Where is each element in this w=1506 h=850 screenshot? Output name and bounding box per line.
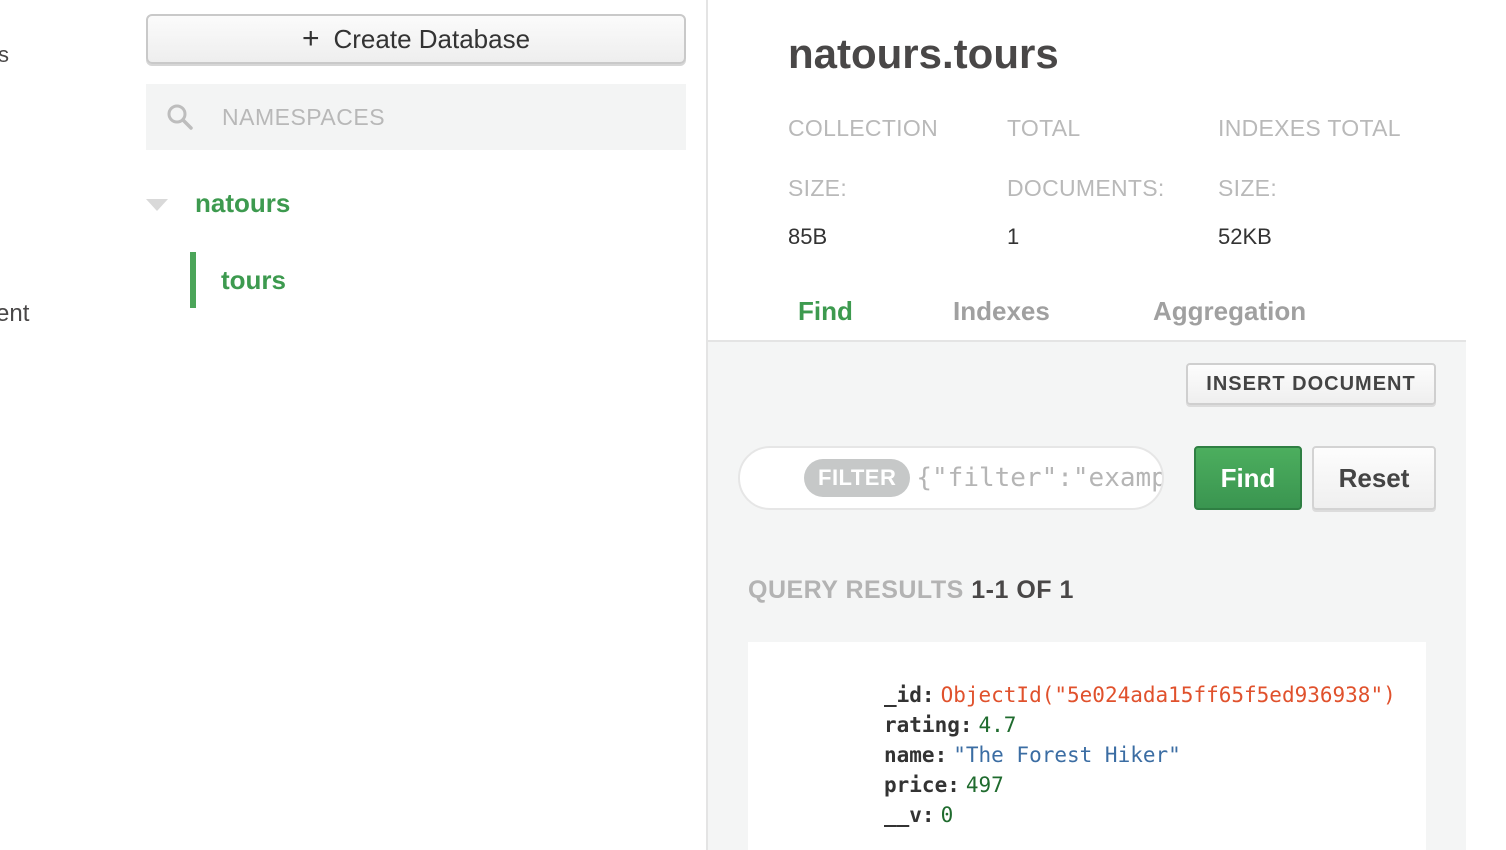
stat-label: INDEXES TOTAL	[1218, 115, 1401, 141]
filter-bar[interactable]: FILTER	[738, 446, 1164, 510]
create-database-button[interactable]: + Create Database	[146, 14, 686, 64]
insert-document-button[interactable]: INSERT DOCUMENT	[1186, 363, 1436, 405]
stat-label: COLLECTION	[788, 115, 938, 141]
sidebar-collection-tours[interactable]: tours	[190, 252, 490, 308]
field-value: "The Forest Hiker"	[953, 743, 1181, 767]
stat-label: TOTAL	[1007, 115, 1081, 141]
stat-value: 85B	[788, 224, 828, 249]
create-database-label: Create Database	[333, 23, 531, 54]
field-value: 4.7	[978, 713, 1017, 737]
search-icon	[167, 104, 193, 130]
document-field-rating[interactable]: rating: 4.7	[884, 710, 1396, 740]
left-edge-fragment: ent	[0, 300, 30, 327]
collection-name: tours	[221, 264, 286, 295]
query-results-summary: QUERY RESULTS 1-1 OF 1	[748, 576, 1074, 605]
query-results-count: 1-1 OF 1	[971, 576, 1074, 604]
document-field-id[interactable]: _id: ObjectId("5e024ada15ff65f5ed936938")	[884, 680, 1396, 710]
page-title: natours.tours	[788, 30, 1059, 77]
database-name: natours	[195, 188, 291, 218]
caret-down-icon[interactable]	[146, 198, 168, 211]
document-field-version[interactable]: __v: 0	[884, 800, 1396, 830]
stat-label: DOCUMENTS:	[1007, 175, 1165, 201]
namespace-search	[146, 84, 686, 150]
field-key: price:	[884, 773, 960, 797]
stat-label: SIZE:	[1218, 175, 1278, 201]
stat-value: 1	[1007, 224, 1020, 249]
left-edge-fragment: s	[0, 42, 9, 67]
sidebar-database-natours[interactable]: natours	[146, 188, 290, 219]
document-field-name[interactable]: name: "The Forest Hiker"	[884, 740, 1396, 770]
field-value: ObjectId("5e024ada15ff65f5ed936938")	[940, 683, 1396, 707]
namespace-search-input[interactable]	[222, 103, 642, 131]
query-results-label: QUERY RESULTS	[748, 576, 964, 604]
stat-value: 52KB	[1218, 224, 1272, 249]
document-field-price[interactable]: price: 497	[884, 770, 1396, 800]
collection-tabs: Find Indexes Aggregation	[708, 286, 1466, 342]
reset-button[interactable]: Reset	[1312, 446, 1436, 510]
stat-total-documents: TOTAL DOCUMENTS: 1	[1007, 98, 1165, 250]
tab-indexes[interactable]: Indexes	[953, 296, 1050, 327]
field-key: _id:	[884, 683, 935, 707]
filter-pill: FILTER	[804, 459, 911, 497]
document-fields: _id: ObjectId("5e024ada15ff65f5ed936938")…	[884, 680, 1396, 830]
find-button[interactable]: Find	[1194, 446, 1302, 510]
stat-label: SIZE:	[788, 175, 848, 201]
tab-aggregation[interactable]: Aggregation	[1153, 296, 1306, 327]
stat-collection-size: COLLECTION SIZE: 85B	[788, 98, 938, 250]
find-panel: INSERT DOCUMENT FILTER Find Reset QUERY …	[708, 342, 1466, 850]
document-card[interactable]: _id: ObjectId("5e024ada15ff65f5ed936938")…	[748, 642, 1426, 850]
stat-indexes-total-size: INDEXES TOTAL SIZE: 52KB	[1218, 98, 1401, 250]
plus-icon: +	[301, 22, 320, 55]
field-value: 497	[965, 773, 1004, 797]
field-key: name:	[884, 743, 948, 767]
tab-find[interactable]: Find	[798, 296, 853, 327]
filter-input[interactable]	[916, 463, 1162, 493]
field-key: rating:	[884, 713, 973, 737]
field-key: __v:	[884, 803, 935, 827]
field-value: 0	[940, 803, 954, 827]
